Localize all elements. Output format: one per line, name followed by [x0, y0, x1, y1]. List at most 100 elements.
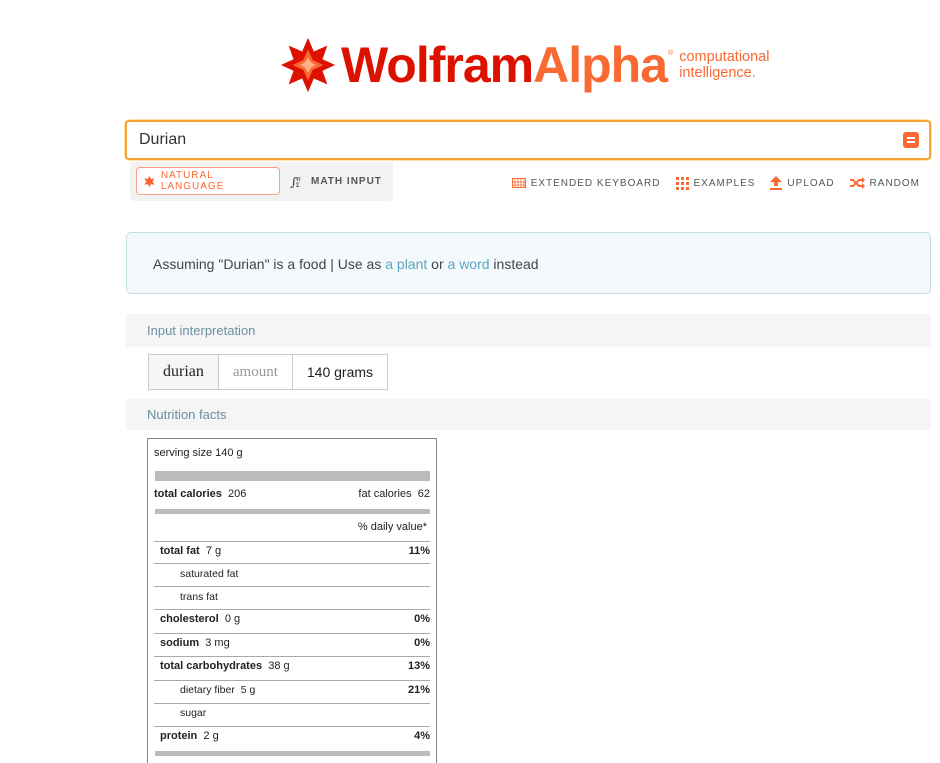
- logo-alpha-text: Alpha: [533, 37, 668, 93]
- fat-calories-value: 62: [417, 488, 430, 500]
- upload-icon: [770, 176, 783, 190]
- nutrient-dv: 11%: [408, 545, 430, 557]
- nutrient-amount: 3 mg: [205, 637, 230, 649]
- fat-calories: fat calories 62: [358, 488, 430, 500]
- divider: [154, 563, 430, 564]
- nutrient-amount: 38 g: [268, 660, 290, 672]
- shuffle-icon: [849, 177, 865, 189]
- nutrient-row: sugar: [180, 707, 430, 719]
- nutrient-dv: 0%: [414, 637, 430, 649]
- spikey-star-icon: [280, 37, 336, 93]
- wolframalpha-logo[interactable]: Wolfram Alpha ® computational intelligence…: [279, 36, 769, 94]
- nutrient-name: total fat: [160, 545, 200, 557]
- nutrient-amount: 0 g: [224, 613, 241, 625]
- calories-row: total calories 206 fat calories 62: [154, 488, 430, 500]
- examples-button[interactable]: EXAMPLES: [675, 176, 756, 190]
- nutrient-amount: 5 g: [240, 684, 256, 696]
- random-label: RANDOM: [869, 177, 920, 189]
- divider-medium: [155, 751, 430, 756]
- nutrient-dv: 0%: [414, 613, 430, 625]
- total-calories-value: 206: [227, 488, 247, 500]
- logo-tagline: computational intelligence.: [679, 49, 769, 81]
- nutrient-dv: 13%: [407, 660, 430, 672]
- tagline-line1: computational: [679, 49, 770, 65]
- nutrient-name: dietary fiber: [180, 684, 235, 696]
- toolbar: EXTENDED KEYBOARD EXAMPLES UPLOAD RANDOM: [511, 176, 920, 190]
- logo-wolfram-text: Wolfram: [341, 37, 534, 93]
- natural-language-label: NATURAL LANGUAGE: [160, 170, 225, 192]
- input-interpretation-table: durian amount 140 grams: [148, 354, 389, 390]
- nutrient-row: total fat 7 g 11%: [160, 545, 430, 557]
- nutrient-name: protein: [160, 730, 198, 742]
- logo-registered-mark: ®: [668, 50, 674, 57]
- svg-text:Σ: Σ: [296, 183, 301, 188]
- nutrition-label: serving size 140 g total calories 206 fa…: [147, 438, 437, 763]
- divider: [154, 656, 430, 657]
- nutrient-name: saturated fat: [180, 568, 239, 580]
- serving-size: serving size 140 g: [154, 447, 243, 459]
- results-pods: Input interpretation durian amount 140 g…: [126, 314, 931, 763]
- interp-property: amount: [219, 355, 293, 389]
- divider-thick: [155, 471, 430, 481]
- nutrient-dv: 4%: [414, 730, 430, 742]
- nutrient-name: cholesterol: [160, 613, 219, 625]
- compute-button[interactable]: [903, 132, 919, 148]
- nutrient-row: total carbohydrates 38 g 13%: [160, 660, 430, 672]
- extended-keyboard-button[interactable]: EXTENDED KEYBOARD: [511, 176, 661, 190]
- random-button[interactable]: RANDOM: [849, 176, 920, 190]
- keyboard-icon: [511, 178, 526, 188]
- search-box: [125, 120, 931, 160]
- natural-language-tab[interactable]: NATURAL LANGUAGE: [136, 167, 280, 195]
- assumption-suffix: instead: [489, 256, 539, 272]
- examples-grid-icon: [675, 176, 689, 190]
- nutrient-name: sodium: [160, 637, 200, 649]
- divider-medium: [155, 509, 430, 514]
- assumption-or: or: [427, 256, 448, 272]
- nutrient-name: total carbohydrates: [160, 660, 263, 672]
- total-calories: total calories 206: [154, 488, 246, 500]
- extended-keyboard-label: EXTENDED KEYBOARD: [530, 177, 661, 189]
- nutrient-dv: 21%: [407, 684, 430, 696]
- use-as-word-link[interactable]: a word: [448, 256, 490, 272]
- nutrient-name: trans fat: [180, 591, 218, 603]
- daily-value-header: % daily value*: [357, 521, 427, 533]
- divider: [154, 586, 430, 587]
- upload-button[interactable]: UPLOAD: [770, 176, 834, 190]
- dv-header-row: % daily value*: [154, 521, 430, 533]
- fat-calories-label: fat calories: [358, 488, 412, 500]
- divider: [154, 633, 430, 634]
- upload-label: UPLOAD: [787, 177, 835, 189]
- assumption-box: Assuming "Durian" is a food | Use as a p…: [126, 232, 931, 294]
- serving-size-row: serving size 140 g: [154, 447, 430, 459]
- nutrient-row: saturated fat: [180, 568, 430, 580]
- nutrient-amount: 7 g: [205, 545, 222, 557]
- total-calories-label: total calories: [154, 488, 222, 500]
- nutrient-row: trans fat: [180, 591, 430, 603]
- nutrient-amount: 2 g: [203, 730, 219, 742]
- use-as-plant-link[interactable]: a plant: [385, 256, 427, 272]
- divider: [154, 541, 430, 542]
- examples-label: EXAMPLES: [693, 177, 756, 189]
- nutrient-row: protein 2 g 4%: [160, 730, 430, 742]
- tagline-line2: intelligence.: [679, 65, 756, 81]
- nutrient-name: sugar: [180, 707, 207, 719]
- divider: [154, 609, 430, 610]
- divider: [154, 703, 430, 704]
- nutrient-row: dietary fiber 5 g 21%: [180, 684, 430, 696]
- interp-item: durian: [149, 355, 219, 389]
- divider: [154, 726, 430, 727]
- math-input-icon: ∫πΣ: [290, 175, 301, 188]
- search-input[interactable]: [139, 131, 879, 149]
- divider: [154, 680, 430, 681]
- nutrition-facts-title: Nutrition facts: [147, 407, 227, 422]
- input-interpretation-title: Input interpretation: [147, 323, 256, 338]
- math-input-tab[interactable]: ∫ π Σ MATH INPUT: [290, 167, 382, 195]
- nutrient-row: cholesterol 0 g 0%: [160, 613, 430, 625]
- assumption-text: Assuming "Durian" is a food | Use as a p…: [153, 256, 539, 272]
- nutrient-row: sodium 3 mg 0%: [160, 637, 430, 649]
- spikey-small-icon: [144, 175, 155, 187]
- assumption-prefix: Assuming "Durian" is a food | Use as: [153, 256, 386, 272]
- interp-value: 140 grams: [306, 364, 374, 380]
- math-input-label: MATH INPUT: [311, 175, 382, 187]
- input-mode-bar: NATURAL LANGUAGE ∫ π Σ MATH INPUT: [130, 162, 393, 201]
